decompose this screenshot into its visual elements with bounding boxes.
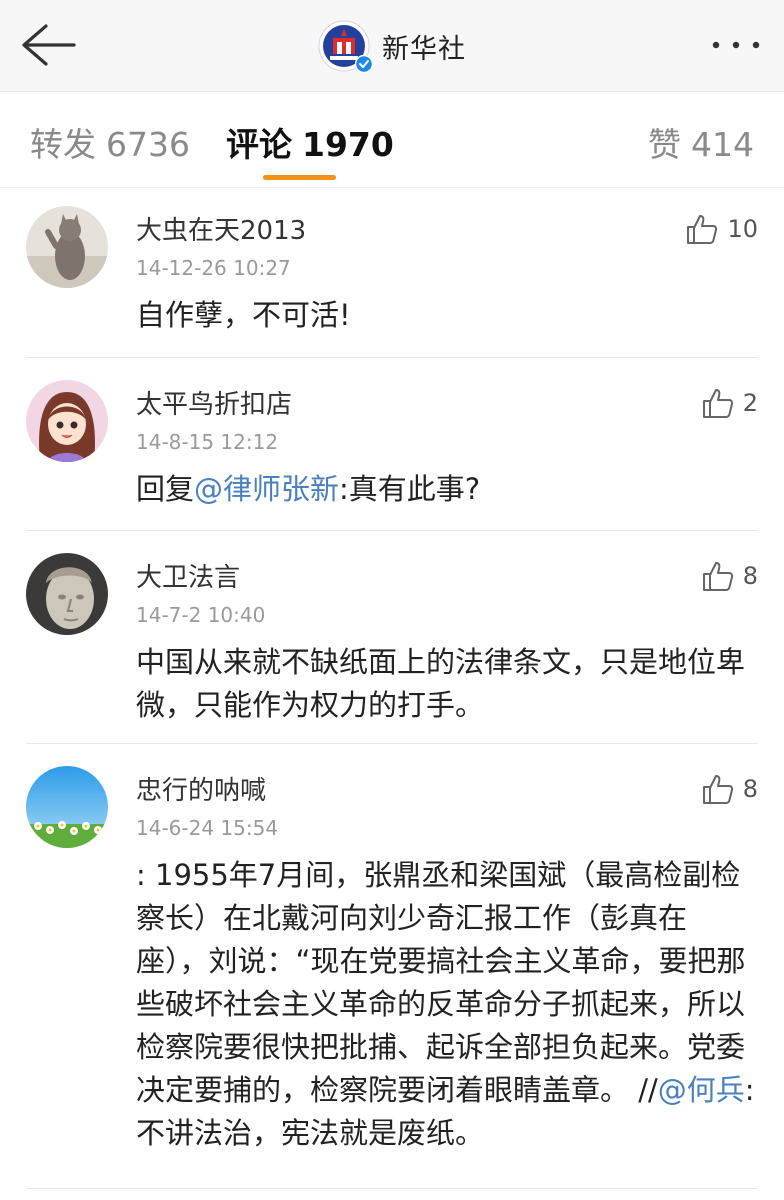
comment-text: 中国从来就不缺纸面上的法律条文，只是地位卑微，只能作为权力的打手。 [136, 645, 746, 722]
divider [26, 1188, 758, 1189]
like-button[interactable]: 2 [701, 386, 758, 420]
thumbs-up-icon [702, 389, 733, 418]
comment-item: 大卫法言 14-7-2 10:40 中国从来就不缺纸面上的法律条文，只是地位卑微… [0, 531, 784, 743]
like-count: 2 [742, 389, 758, 417]
more-button[interactable] [708, 30, 764, 60]
comment-timestamp: 14-7-2 10:40 [136, 603, 266, 627]
verified-badge-icon [355, 55, 373, 73]
comment-text: 自作孽，不可活! [136, 298, 351, 332]
like-count: 10 [727, 215, 758, 243]
comment-username[interactable]: 大虫在天2013 [136, 210, 306, 247]
comment-timestamp: 14-6-24 15:54 [136, 816, 279, 840]
comment-body: : 1955年7月间，张鼎丞和梁国斌（最高检副检察长）在北戴河向刘少奇汇报工作（… [136, 858, 746, 1107]
comment-username[interactable]: 忠行的呐喊 [136, 770, 266, 807]
avatar[interactable] [26, 380, 108, 462]
avatar[interactable] [26, 553, 108, 635]
comment-text: : 1955年7月间，张鼎丞和梁国斌（最高检副检察长）在北戴河向刘少奇汇报工作（… [136, 854, 758, 1155]
like-count: 8 [742, 562, 758, 590]
thumbs-up-icon [687, 215, 718, 244]
tab-count: 414 [691, 125, 754, 164]
top-bar: 新华社 [0, 0, 784, 92]
account-avatar[interactable] [318, 20, 373, 73]
page-title: 新华社 [382, 33, 466, 65]
tab-comments[interactable]: 评论 1970 [226, 118, 394, 166]
avatar[interactable] [26, 766, 108, 848]
comment-username[interactable]: 太平鸟折扣店 [136, 384, 292, 421]
thumbs-up-icon [702, 562, 733, 591]
arrow-left-icon [22, 24, 76, 66]
avatar[interactable] [26, 206, 108, 288]
comment-item: 大虫在天2013 14-12-26 10:27 自作孽，不可活! 10 [0, 188, 784, 358]
tab-likes[interactable]: 赞 414 [648, 118, 754, 166]
comment-text: 回复@律师张新:真有此事? [136, 468, 758, 511]
tab-repost[interactable]: 转发 6736 [30, 118, 190, 166]
comment-timestamp: 14-12-26 10:27 [136, 256, 291, 280]
like-button[interactable]: 8 [701, 772, 758, 806]
tab-count: 6736 [106, 125, 190, 164]
mention-link[interactable]: @何兵 [658, 1073, 745, 1107]
more-horizontal-icon [712, 41, 760, 49]
mention-link[interactable]: @律师张新 [194, 472, 339, 506]
tab-label: 评论 [226, 125, 292, 164]
like-button[interactable]: 10 [685, 212, 758, 246]
comment-timestamp: 14-8-15 12:12 [136, 430, 279, 454]
like-count: 8 [742, 775, 758, 803]
reply-text: :真有此事? [339, 472, 481, 506]
back-button[interactable] [18, 22, 78, 68]
reply-prefix: 回复 [136, 472, 195, 506]
account-title[interactable]: 新华社 [318, 20, 466, 73]
comment-item: 太平鸟折扣店 14-8-15 12:12 回复@律师张新:真有此事? 2 [0, 358, 784, 530]
tab-label: 转发 [30, 125, 96, 164]
comment-item: 忠行的呐喊 14-6-24 15:54 : 1955年7月间，张鼎丞和梁国斌（最… [0, 744, 784, 1190]
thumbs-up-icon [702, 775, 733, 804]
tab-label: 赞 [648, 125, 681, 164]
active-tab-indicator [263, 175, 336, 180]
like-button[interactable]: 8 [701, 559, 758, 593]
tab-count: 1970 [302, 125, 394, 164]
comment-username[interactable]: 大卫法言 [136, 557, 240, 594]
tab-bar: 转发 6736 评论 1970 赞 414 [0, 92, 784, 188]
